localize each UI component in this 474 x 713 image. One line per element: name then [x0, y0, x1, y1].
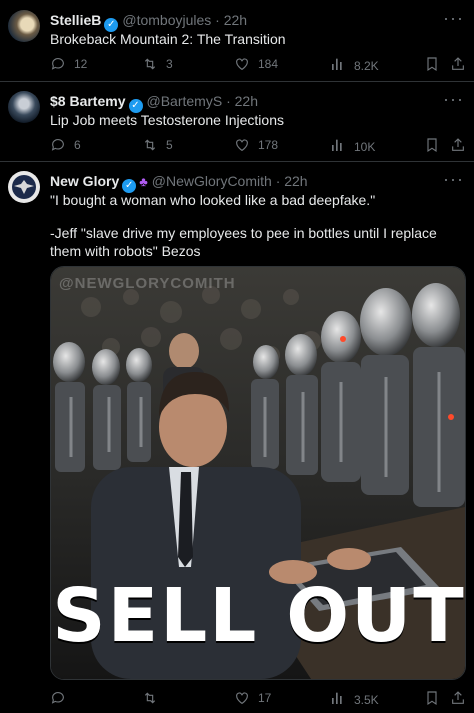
tweet-image[interactable]: @NEWGLORYCOMITH SELL OUT [50, 266, 466, 680]
like-count: 178 [258, 138, 279, 152]
handle[interactable]: @tomboyjules [122, 12, 211, 28]
reply-button[interactable] [50, 690, 74, 706]
views-bar-icon [332, 58, 342, 70]
share-button[interactable] [450, 690, 466, 706]
views-button[interactable]: 10K [330, 137, 375, 156]
affiliate-icon: ♣ [139, 174, 148, 189]
heart-icon [236, 692, 248, 705]
avatar[interactable] [8, 171, 40, 203]
bookmark-button[interactable] [424, 137, 440, 153]
tweet[interactable]: StellieB ✓ @tomboyjules · 22h ··· Brokebac… [0, 0, 474, 82]
retweet-icon [144, 692, 156, 704]
share-icon [452, 691, 464, 704]
action-bar: 12 3 184 8.2K [50, 56, 466, 74]
views-count: 10K [354, 139, 376, 154]
reply-button[interactable]: 6 [50, 137, 81, 153]
heart-icon [236, 58, 248, 71]
image-caption: SELL OUT [52, 573, 466, 659]
bookmark-button[interactable] [424, 56, 440, 72]
reply-count: 12 [74, 57, 88, 71]
tweet[interactable]: $8 Bartemy ✓ @BartemyS · 22h ··· Lip Job m… [0, 81, 474, 162]
image-watermark: @NEWGLORYCOMITH [59, 275, 236, 292]
views-bar-icon [332, 139, 342, 151]
share-button[interactable] [450, 56, 466, 72]
display-name[interactable]: $8 Bartemy [50, 93, 126, 109]
share-icon [452, 57, 464, 70]
retweet-button[interactable]: 3 [142, 56, 173, 72]
like-button[interactable]: 17 [234, 690, 271, 706]
heart-icon [236, 139, 248, 152]
avatar[interactable] [8, 10, 40, 42]
like-count: 17 [258, 691, 272, 705]
views-count: 8.2K [354, 58, 379, 73]
share-button[interactable] [450, 137, 466, 153]
display-name[interactable]: New Glory [50, 173, 119, 189]
timestamp[interactable]: · 22h [276, 173, 308, 189]
action-bar: 6 5 178 10K [50, 137, 466, 155]
retweet-icon [144, 139, 156, 151]
views-button[interactable]: 8.2K [330, 56, 379, 75]
retweet-button[interactable] [142, 690, 166, 706]
bookmark-icon [427, 138, 437, 153]
more-dots-icon[interactable]: ··· [443, 8, 464, 29]
reply-count: 6 [74, 138, 81, 152]
handle[interactable]: @BartemyS [147, 93, 223, 109]
retweet-icon [144, 58, 156, 70]
reply-icon [51, 58, 64, 70]
reply-icon [51, 692, 64, 704]
tweet-text-line1: "I bought a woman who looked like a bad … [50, 192, 376, 208]
tweet-header: $8 Bartemy ✓ @BartemyS · 22h [50, 92, 258, 113]
action-bar: 17 3.5K [50, 690, 466, 708]
handle[interactable]: @NewGloryComith [152, 173, 272, 189]
bookmark-button[interactable] [424, 690, 440, 706]
views-count: 3.5K [354, 692, 379, 707]
tweet-text: Brokeback Mountain 2: The Transition [50, 31, 286, 47]
timestamp[interactable]: · 22h [215, 12, 247, 28]
like-button[interactable]: 184 [234, 56, 278, 72]
reply-icon [51, 139, 64, 151]
bookmark-icon [427, 57, 437, 72]
retweet-count: 5 [166, 138, 173, 152]
tweet-text: Lip Job meets Testosterone Injections [50, 112, 284, 128]
tweet-header: New Glory ✓ ♣ @NewGloryComith · 22h [50, 172, 308, 193]
eagle-logo-icon [12, 175, 36, 199]
views-button[interactable]: 3.5K [330, 690, 379, 709]
tweet-text-line2: -Jeff "slave drive my employees to pee i… [50, 225, 437, 259]
more-dots-icon[interactable]: ··· [443, 89, 464, 110]
tweet-header: StellieB ✓ @tomboyjules · 22h [50, 11, 247, 32]
retweet-button[interactable]: 5 [142, 137, 173, 153]
like-button[interactable]: 178 [234, 137, 278, 153]
share-icon [452, 138, 464, 151]
bookmark-icon [427, 691, 437, 706]
views-bar-icon [332, 692, 342, 704]
like-count: 184 [258, 57, 279, 71]
display-name[interactable]: StellieB [50, 12, 101, 28]
avatar[interactable] [8, 91, 40, 123]
retweet-count: 3 [166, 57, 173, 71]
reply-button[interactable]: 12 [50, 56, 87, 72]
timestamp[interactable]: · 22h [226, 93, 258, 109]
more-dots-icon[interactable]: ··· [443, 169, 464, 190]
